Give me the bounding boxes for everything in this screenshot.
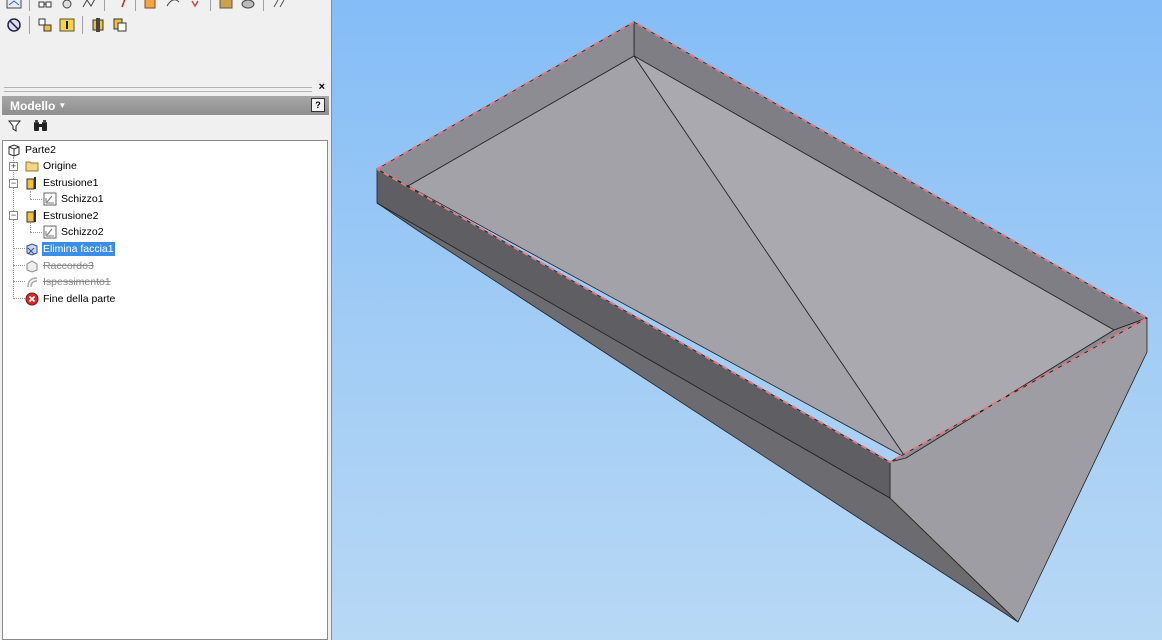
left-panel: × Modello ▼ ? + − − Parte2 Origine Estru…: [0, 0, 332, 640]
chevron-down-icon: ▼: [58, 101, 67, 110]
no-entry-icon[interactable]: [4, 15, 24, 35]
move-face-icon[interactable]: [35, 15, 55, 35]
dimension-icon[interactable]: [79, 0, 99, 12]
panel-splitter[interactable]: ×: [0, 81, 331, 94]
point-icon[interactable]: [269, 0, 289, 12]
fillet-icon: [25, 259, 39, 273]
tree-guide-line: [30, 232, 42, 233]
tray-part-model[interactable]: [332, 0, 1162, 640]
tree-item-label: Estrusione1: [43, 177, 99, 189]
tree-item-schizzo2[interactable]: Schizzo2: [43, 224, 105, 240]
sketch-icon[interactable]: [4, 0, 24, 12]
binoculars-icon[interactable]: [33, 119, 48, 135]
tree-item-label: Elimina faccia1: [42, 242, 115, 256]
tree-item-raccordo3[interactable]: Raccordo3: [25, 258, 95, 274]
copy-object-icon[interactable]: [110, 15, 130, 35]
grip-bar: [4, 87, 312, 92]
expand-toggle[interactable]: +: [9, 162, 18, 171]
tree-guide-line: [30, 223, 31, 232]
tree-item-label: Schizzo1: [61, 193, 104, 205]
tree-guide-line: [30, 199, 42, 200]
tree-guide-line: [13, 248, 25, 249]
toolbar-row-1: [4, 0, 289, 12]
tree-item-estrusione1[interactable]: Estrusione1: [25, 175, 99, 191]
close-icon[interactable]: ×: [319, 81, 325, 93]
fillet-icon[interactable]: [141, 0, 161, 12]
derive-icon[interactable]: [88, 15, 108, 35]
thicken-icon: [25, 275, 39, 289]
tree-guide-line: [13, 265, 25, 266]
model-browser-tree: + − − Parte2 Origine Estrusione1 Schizzo…: [2, 140, 328, 640]
graphics-viewport[interactable]: [332, 0, 1162, 640]
chamfer-icon[interactable]: [163, 0, 183, 12]
toolbar: [0, 0, 331, 80]
toolbar-separator: [104, 0, 105, 11]
tree-guide-line: [13, 281, 25, 282]
pattern-icon[interactable]: [57, 0, 77, 12]
sketch-icon: [43, 192, 57, 206]
collapse-toggle[interactable]: −: [9, 179, 18, 188]
tree-item-label: Ispessimento1: [43, 276, 111, 288]
extrude-icon: [25, 209, 39, 223]
info-icon[interactable]: [57, 15, 77, 35]
help-button[interactable]: ?: [311, 98, 325, 112]
tree-guide-line: [13, 298, 25, 299]
toolbar-separator: [135, 0, 136, 11]
toolbar-separator: [29, 0, 30, 11]
browser-filter-bar: [2, 116, 329, 138]
tree-item-parte2[interactable]: Parte2: [7, 142, 57, 158]
tree-item-elimina-faccia1[interactable]: Elimina faccia1: [25, 241, 115, 257]
tree-item-origine[interactable]: Origine: [25, 158, 78, 174]
folder-icon: [25, 159, 39, 173]
tree-item-schizzo1[interactable]: Schizzo1: [43, 191, 105, 207]
constraint-icon[interactable]: [35, 0, 55, 12]
tree-item-estrusione2[interactable]: Estrusione2: [25, 208, 99, 224]
browser-header[interactable]: Modello ▼ ?: [2, 96, 329, 115]
tree-item-label: Schizzo2: [61, 226, 104, 238]
toolbar-row-2: [4, 15, 130, 35]
axis-icon[interactable]: [238, 0, 258, 12]
hole-icon[interactable]: [185, 0, 205, 12]
end-of-part-icon: [25, 292, 39, 306]
toolbar-separator: [29, 16, 30, 34]
tree-item-label: Fine della parte: [43, 293, 116, 305]
tree-item-fine-della-parte[interactable]: Fine della parte: [25, 291, 116, 307]
sketch-icon: [43, 225, 57, 239]
filter-icon[interactable]: [7, 119, 22, 135]
browser-title: Modello: [10, 99, 56, 113]
tree-item-label: Raccordo3: [43, 260, 94, 272]
tree-item-ispessimento1[interactable]: Ispessimento1: [25, 274, 112, 290]
tree-guide-line: [30, 191, 31, 199]
collapse-toggle[interactable]: −: [9, 211, 18, 220]
part-icon: [7, 143, 21, 157]
extrude-icon: [25, 176, 39, 190]
toolbar-separator: [263, 0, 264, 11]
delete-face-icon: [25, 242, 39, 256]
tree-item-label: Parte2: [25, 144, 56, 156]
toolbar-separator: [210, 0, 211, 11]
tree-item-label: Estrusione2: [43, 210, 99, 222]
toolbar-separator: [82, 16, 83, 34]
tree-item-label: Origine: [43, 160, 77, 172]
project-icon[interactable]: [110, 0, 130, 12]
workplane-icon[interactable]: [216, 0, 236, 12]
